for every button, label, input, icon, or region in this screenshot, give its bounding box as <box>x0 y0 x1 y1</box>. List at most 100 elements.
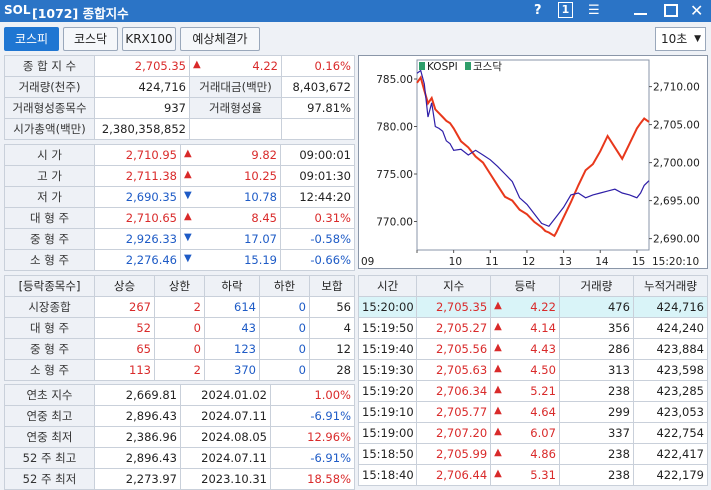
change-cell: ▼ 15.19 <box>180 249 281 271</box>
breadth-value: 267 <box>94 296 155 318</box>
table-row[interactable]: 15:19:10 2,705.77 ▲ 4.64 299 423,053 <box>357 401 709 423</box>
yearly-label: 52 주 최고 <box>4 447 95 469</box>
change-value: 5.31 <box>530 468 556 482</box>
ohlc-extra: -0.58% <box>280 228 355 250</box>
ohlc-value: 2,926.33 <box>94 228 181 250</box>
yearly-date: 2024.08.05 <box>180 426 271 448</box>
tick-volume: 337 <box>558 422 634 444</box>
breadth-value: 43 <box>204 317 260 339</box>
ohlc-extra: -0.66% <box>280 249 355 271</box>
table-row: 대 형 주 2,710.65 ▲ 8.45 0.31% <box>4 207 355 229</box>
maximize-icon[interactable] <box>664 4 678 17</box>
minimize-icon[interactable] <box>634 5 647 15</box>
tab-kosdaq[interactable]: 코스닥 <box>63 27 118 51</box>
down-arrow-icon: ▼ <box>184 232 192 243</box>
down-arrow-icon: ▼ <box>184 253 192 264</box>
tab-expected[interactable]: 예상체결가 <box>180 27 260 51</box>
screen-number-icon[interactable]: 1 <box>558 2 573 18</box>
breadth-value: 2 <box>154 359 205 381</box>
up-arrow-icon: ▲ <box>184 211 192 222</box>
change-cell: ▲ 4.14 <box>490 317 560 339</box>
breadth-value: 12 <box>309 338 355 360</box>
table-row: 52 주 최저 2,273.97 2023.10.31 18.58% <box>4 468 355 490</box>
tick-table[interactable]: 시간 지수 등락 거래량 누적거래량 15:20:00 2,705.35 ▲ 4.22 476 42… <box>357 275 709 486</box>
intraday-chart[interactable]: 785.00 780.00 775.00 770.00 2,710.00 2,705.00… <box>358 55 708 269</box>
ohlc-label: 대 형 주 <box>4 207 95 229</box>
table-row: 시 가 2,710.95 ▲ 9.82 09:00:01 <box>4 144 355 166</box>
column-header: 등락 <box>490 275 560 297</box>
ohlc-value: 2,690.35 <box>94 186 181 208</box>
up-arrow-icon: ▲ <box>494 384 502 395</box>
breadth-value: 56 <box>309 296 355 318</box>
ohlc-value: 2,711.38 <box>94 165 181 187</box>
breadth-value: 0 <box>259 317 310 339</box>
change-value: 6.07 <box>530 426 556 440</box>
interval-select[interactable]: 10초 ▼ <box>655 27 706 51</box>
help-icon[interactable]: ? <box>534 3 542 18</box>
change-value: 4.14 <box>530 321 556 335</box>
tick-cum-volume: 423,884 <box>632 338 709 360</box>
index-change: ▲ 4.22 <box>189 55 282 77</box>
x-tick-label: 14 <box>595 256 609 268</box>
legend-kospi: KOSPI <box>427 61 458 73</box>
tick-volume: 238 <box>558 443 634 465</box>
y-left-tick-label: 785.00 <box>376 74 413 86</box>
yearly-value: 2,669.81 <box>94 384 181 406</box>
up-arrow-icon: ▲ <box>494 447 502 458</box>
market-cap-value: 2,380,358,852 <box>94 118 190 140</box>
yearly-stats-table: 연초 지수 2,669.81 2024.01.02 1.00% 연중 최고 2,896.4… <box>4 384 355 490</box>
breadth-label: 시장종합 <box>4 296 95 318</box>
table-row: 연초 지수 2,669.81 2024.01.02 1.00% <box>4 384 355 406</box>
table-row[interactable]: 15:19:20 2,706.34 ▲ 5.21 238 423,285 <box>357 380 709 402</box>
yearly-pct: -6.91% <box>270 447 355 469</box>
column-header: 거래량 <box>558 275 634 297</box>
tab-kospi[interactable]: 코스피 <box>4 27 59 51</box>
change-value: 4.86 <box>530 447 556 461</box>
tick-cum-volume: 424,240 <box>632 317 709 339</box>
table-row: 저 가 2,690.35 ▼ 10.78 12:44:20 <box>4 186 355 208</box>
table-row[interactable]: 15:18:40 2,706.44 ▲ 5.31 238 422,179 <box>357 464 709 486</box>
turnover-value: 8,403,672 <box>281 76 355 98</box>
table-row[interactable]: 15:18:50 2,705.99 ▲ 4.86 238 422,417 <box>357 443 709 465</box>
ohlc-label: 소 형 주 <box>4 249 95 271</box>
yearly-pct: 1.00% <box>270 384 355 406</box>
table-row[interactable]: 15:19:00 2,707.20 ▲ 6.07 337 422,754 <box>357 422 709 444</box>
tab-krx100[interactable]: KRX100 <box>122 27 176 51</box>
change-value: 4.22 <box>530 300 556 314</box>
x-end-label: 15:20:10 <box>652 256 699 268</box>
table-row: 시장종합 267 2 614 0 56 <box>4 296 355 318</box>
table-row[interactable]: 15:19:30 2,705.63 ▲ 4.50 313 423,598 <box>357 359 709 381</box>
change-value: 4.43 <box>530 342 556 356</box>
y-right-tick-label: 2,695.00 <box>653 196 700 208</box>
yearly-label: 연중 최고 <box>4 405 95 427</box>
yearly-date: 2024.07.11 <box>180 447 271 469</box>
traded-ratio-value: 97.81% <box>281 97 355 119</box>
market-cap-label: 시가총액(백만) <box>4 118 95 140</box>
breadth-value: 0 <box>259 338 310 360</box>
menu-icon[interactable]: ☰ <box>588 3 600 18</box>
change-value: 10.78 <box>244 190 277 204</box>
yearly-pct: 18.58% <box>270 468 355 490</box>
table-row[interactable]: 15:19:50 2,705.27 ▲ 4.14 356 424,240 <box>357 317 709 339</box>
up-arrow-icon: ▲ <box>494 321 502 332</box>
table-row[interactable]: 15:20:00 2,705.35 ▲ 4.22 476 424,716 <box>357 296 709 318</box>
tick-index: 2,706.34 <box>416 380 492 402</box>
ohlc-label: 시 가 <box>4 144 95 166</box>
ohlc-extra: 12:44:20 <box>280 186 355 208</box>
change-cell: ▲ 4.64 <box>490 401 560 423</box>
change-cell: ▼ 17.07 <box>180 228 281 250</box>
tick-index: 2,706.44 <box>416 464 492 486</box>
x-tick-label: 11 <box>485 256 498 268</box>
tick-volume: 238 <box>558 380 634 402</box>
close-icon[interactable]: ✕ <box>690 1 703 20</box>
up-arrow-icon: ▲ <box>494 300 502 311</box>
chart-svg: 785.00 780.00 775.00 770.00 2,710.00 2,705.00… <box>361 59 700 268</box>
y-right-tick-label: 2,705.00 <box>653 120 700 132</box>
table-row: 고 가 2,711.38 ▲ 10.25 09:01:30 <box>4 165 355 187</box>
column-header: 상승 <box>94 275 155 297</box>
ohlc-label: 중 형 주 <box>4 228 95 250</box>
tick-time: 15:19:20 <box>357 380 418 402</box>
yearly-label: 연중 최저 <box>4 426 95 448</box>
table-row[interactable]: 15:19:40 2,705.56 ▲ 4.43 286 423,884 <box>357 338 709 360</box>
tick-index: 2,705.99 <box>416 443 492 465</box>
